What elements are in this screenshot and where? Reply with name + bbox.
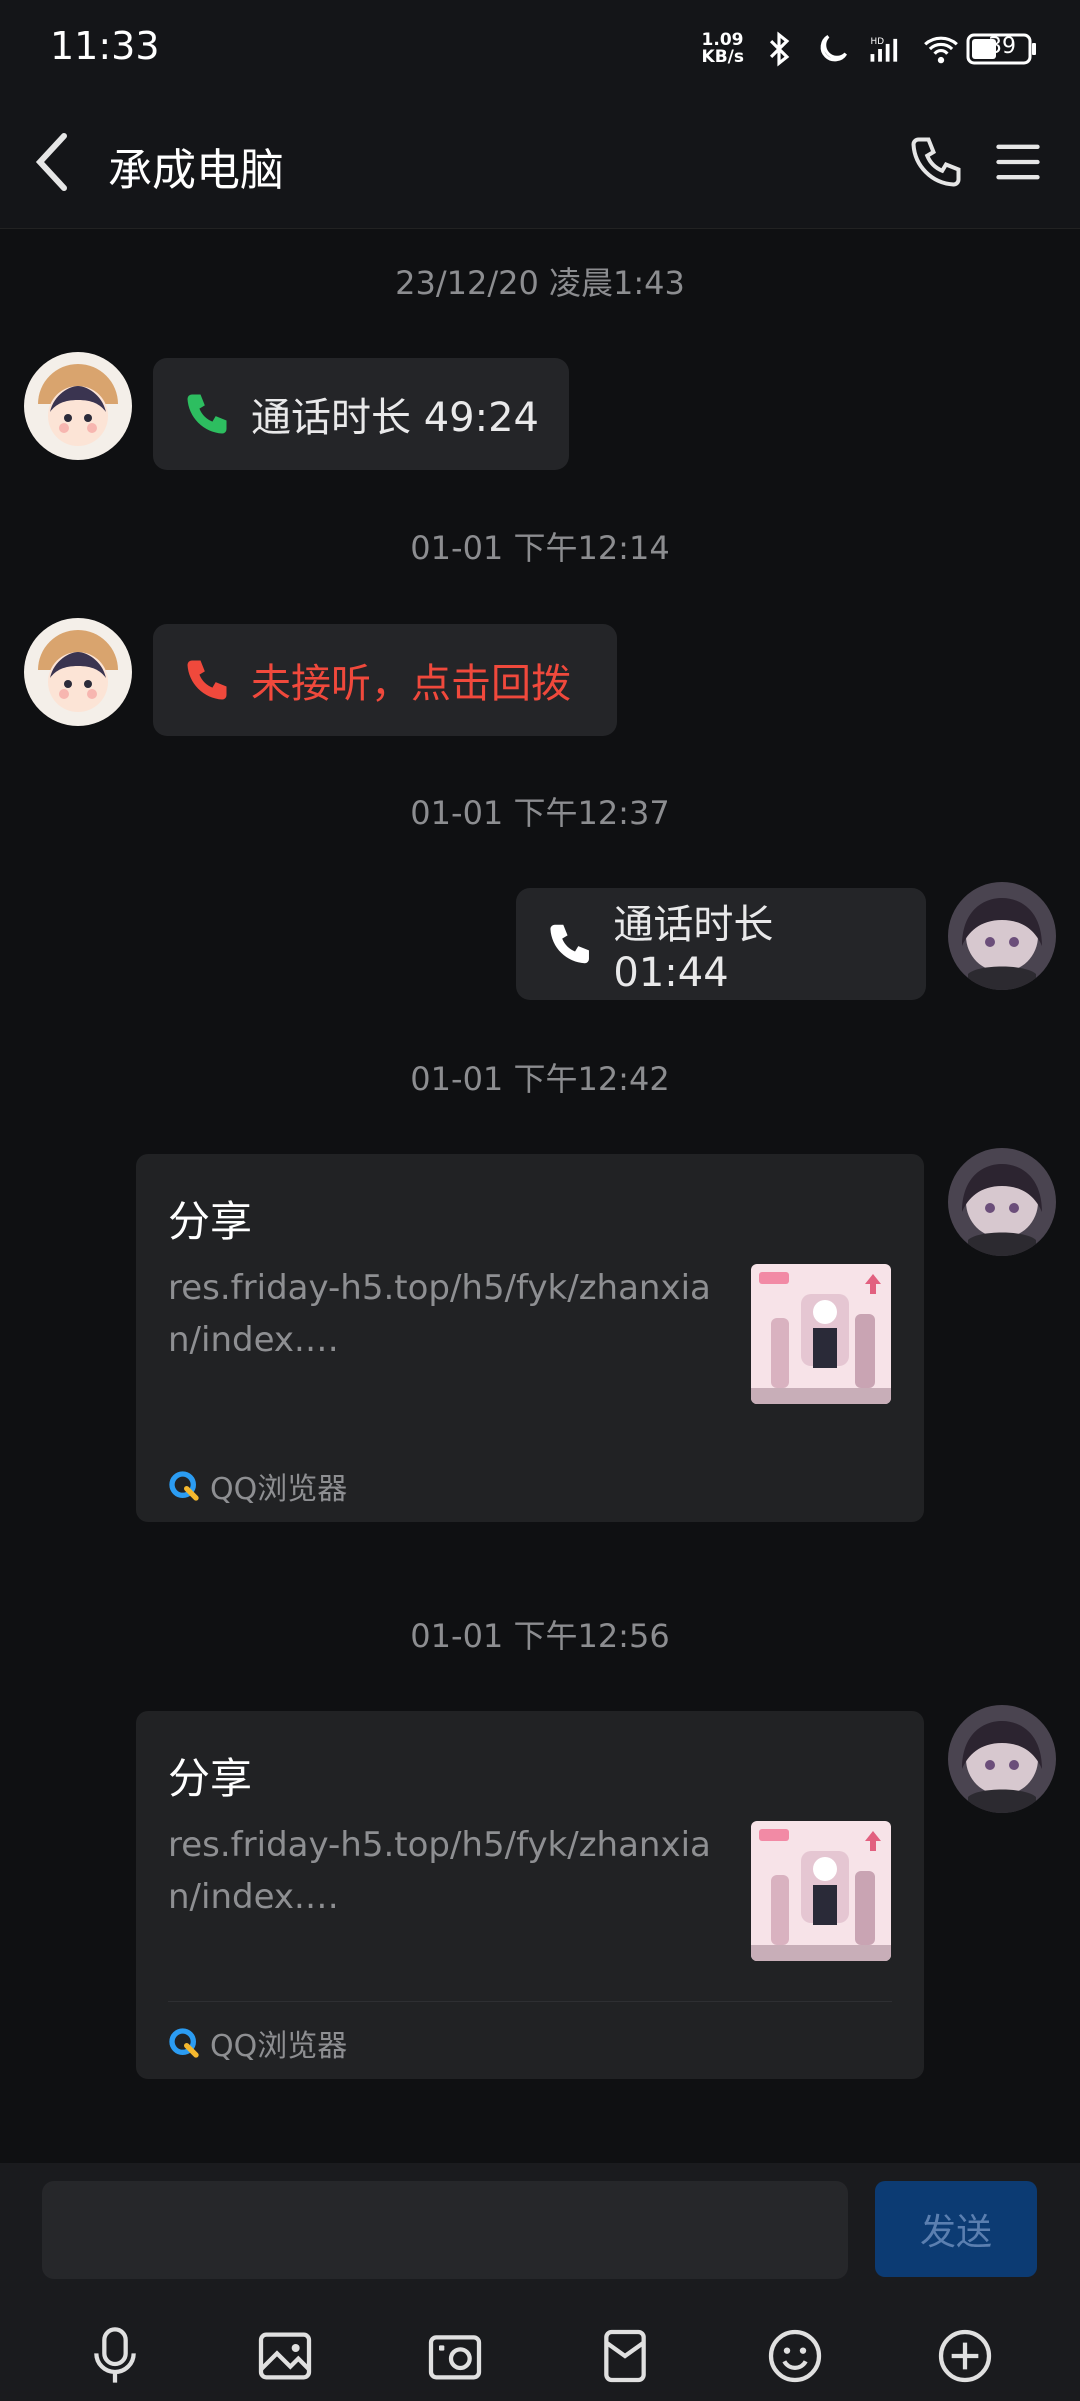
my-avatar[interactable] — [948, 882, 1056, 990]
battery-indicator: 39 — [966, 32, 1038, 70]
status-time: 11:33 — [50, 24, 160, 68]
share-card-divider — [168, 2001, 892, 2002]
share-card-thumbnail-image — [751, 1264, 891, 1404]
timestamp: 01-01 下午12:14 — [410, 529, 670, 567]
share-card-thumbnail-image — [751, 1821, 891, 1961]
battery-level: 39 — [988, 34, 1016, 59]
status-icons: 1.09 KB/s HD — [702, 30, 960, 68]
chat-title: 承成电脑 — [108, 145, 284, 196]
phone-call-icon[interactable] — [906, 132, 966, 192]
call-duration-text: 通话时长 49:24 — [251, 395, 539, 441]
my-avatar-image — [948, 1705, 1056, 1813]
qq-browser-icon — [169, 1471, 199, 1501]
my-avatar[interactable] — [948, 1705, 1056, 1813]
timestamp: 01-01 下午12:37 — [410, 794, 670, 832]
phone-white-icon — [550, 924, 589, 964]
plus-icon[interactable] — [933, 2324, 997, 2388]
qq-browser-icon — [169, 2028, 199, 2058]
net-speed-unit: KB/s — [701, 47, 744, 67]
contact-avatar-image — [24, 352, 132, 460]
timestamp: 23/12/20 凌晨1:43 — [395, 264, 685, 302]
call-record-bubble[interactable]: 通话时长 49:24 — [153, 358, 569, 470]
share-card[interactable]: 分享 res.friday-h5.top/h5/fyk/zhanxian/ind… — [136, 1154, 924, 1522]
share-card-source-label: QQ浏览器 — [210, 2029, 348, 2064]
status-bar: 11:33 1.09 KB/s HD 39 — [0, 0, 1080, 96]
svg-text:HD: HD — [871, 37, 885, 47]
contact-avatar-image — [24, 618, 132, 726]
bluetooth-icon — [769, 31, 790, 67]
share-card[interactable]: 分享 res.friday-h5.top/h5/fyk/zhanxian/ind… — [136, 1711, 924, 2079]
signal-icon: HD — [870, 37, 898, 62]
timestamp: 01-01 下午12:42 — [410, 1060, 670, 1098]
call-duration-text: 通话时长 01:44 — [613, 902, 774, 996]
share-card-source: QQ浏览器 — [168, 2021, 347, 2065]
mic-icon[interactable] — [83, 2324, 147, 2388]
camera-icon[interactable] — [423, 2324, 487, 2388]
emoji-icon[interactable] — [763, 2324, 827, 2388]
share-card-source-label: QQ浏览器 — [210, 1472, 348, 1507]
input-bar: 发送 — [0, 2163, 1080, 2401]
contact-avatar[interactable] — [24, 618, 132, 726]
my-avatar[interactable] — [948, 1148, 1056, 1256]
chat-header: 承成电脑 — [0, 96, 1080, 229]
call-record-bubble[interactable]: 通话时长 01:44 — [516, 888, 926, 1000]
my-avatar-image — [948, 882, 1056, 990]
missed-call-text: 未接听，点击回拨 — [251, 661, 571, 707]
contact-avatar[interactable] — [24, 352, 132, 460]
send-button[interactable]: 发送 — [875, 2181, 1037, 2277]
share-card-source: QQ浏览器 — [168, 1464, 347, 1508]
moon-icon — [820, 34, 848, 62]
my-avatar-image — [948, 1148, 1056, 1256]
image-icon[interactable] — [253, 2324, 317, 2388]
input-toolbar — [0, 2311, 1080, 2401]
wifi-icon — [924, 36, 958, 64]
back-arrow-icon[interactable] — [32, 132, 72, 192]
share-card-url: res.friday-h5.top/h5/fyk/zhanxian/index.… — [168, 1268, 711, 1360]
menu-icon[interactable] — [992, 136, 1044, 188]
share-card-title: 分享 — [168, 1754, 253, 1803]
redpacket-icon[interactable] — [593, 2324, 657, 2388]
share-card-thumbnail — [751, 1264, 891, 1404]
missed-call-bubble[interactable]: 未接听，点击回拨 — [153, 624, 617, 736]
phone-red-icon — [187, 660, 227, 700]
share-card-title: 分享 — [168, 1197, 253, 1246]
share-card-url: res.friday-h5.top/h5/fyk/zhanxian/index.… — [168, 1825, 711, 1917]
timestamp: 01-01 下午12:56 — [410, 1617, 670, 1655]
phone-green-icon — [187, 394, 227, 434]
share-card-thumbnail — [751, 1821, 891, 1961]
message-input[interactable] — [42, 2181, 848, 2279]
net-speed: 1.09 KB/s — [702, 32, 744, 66]
